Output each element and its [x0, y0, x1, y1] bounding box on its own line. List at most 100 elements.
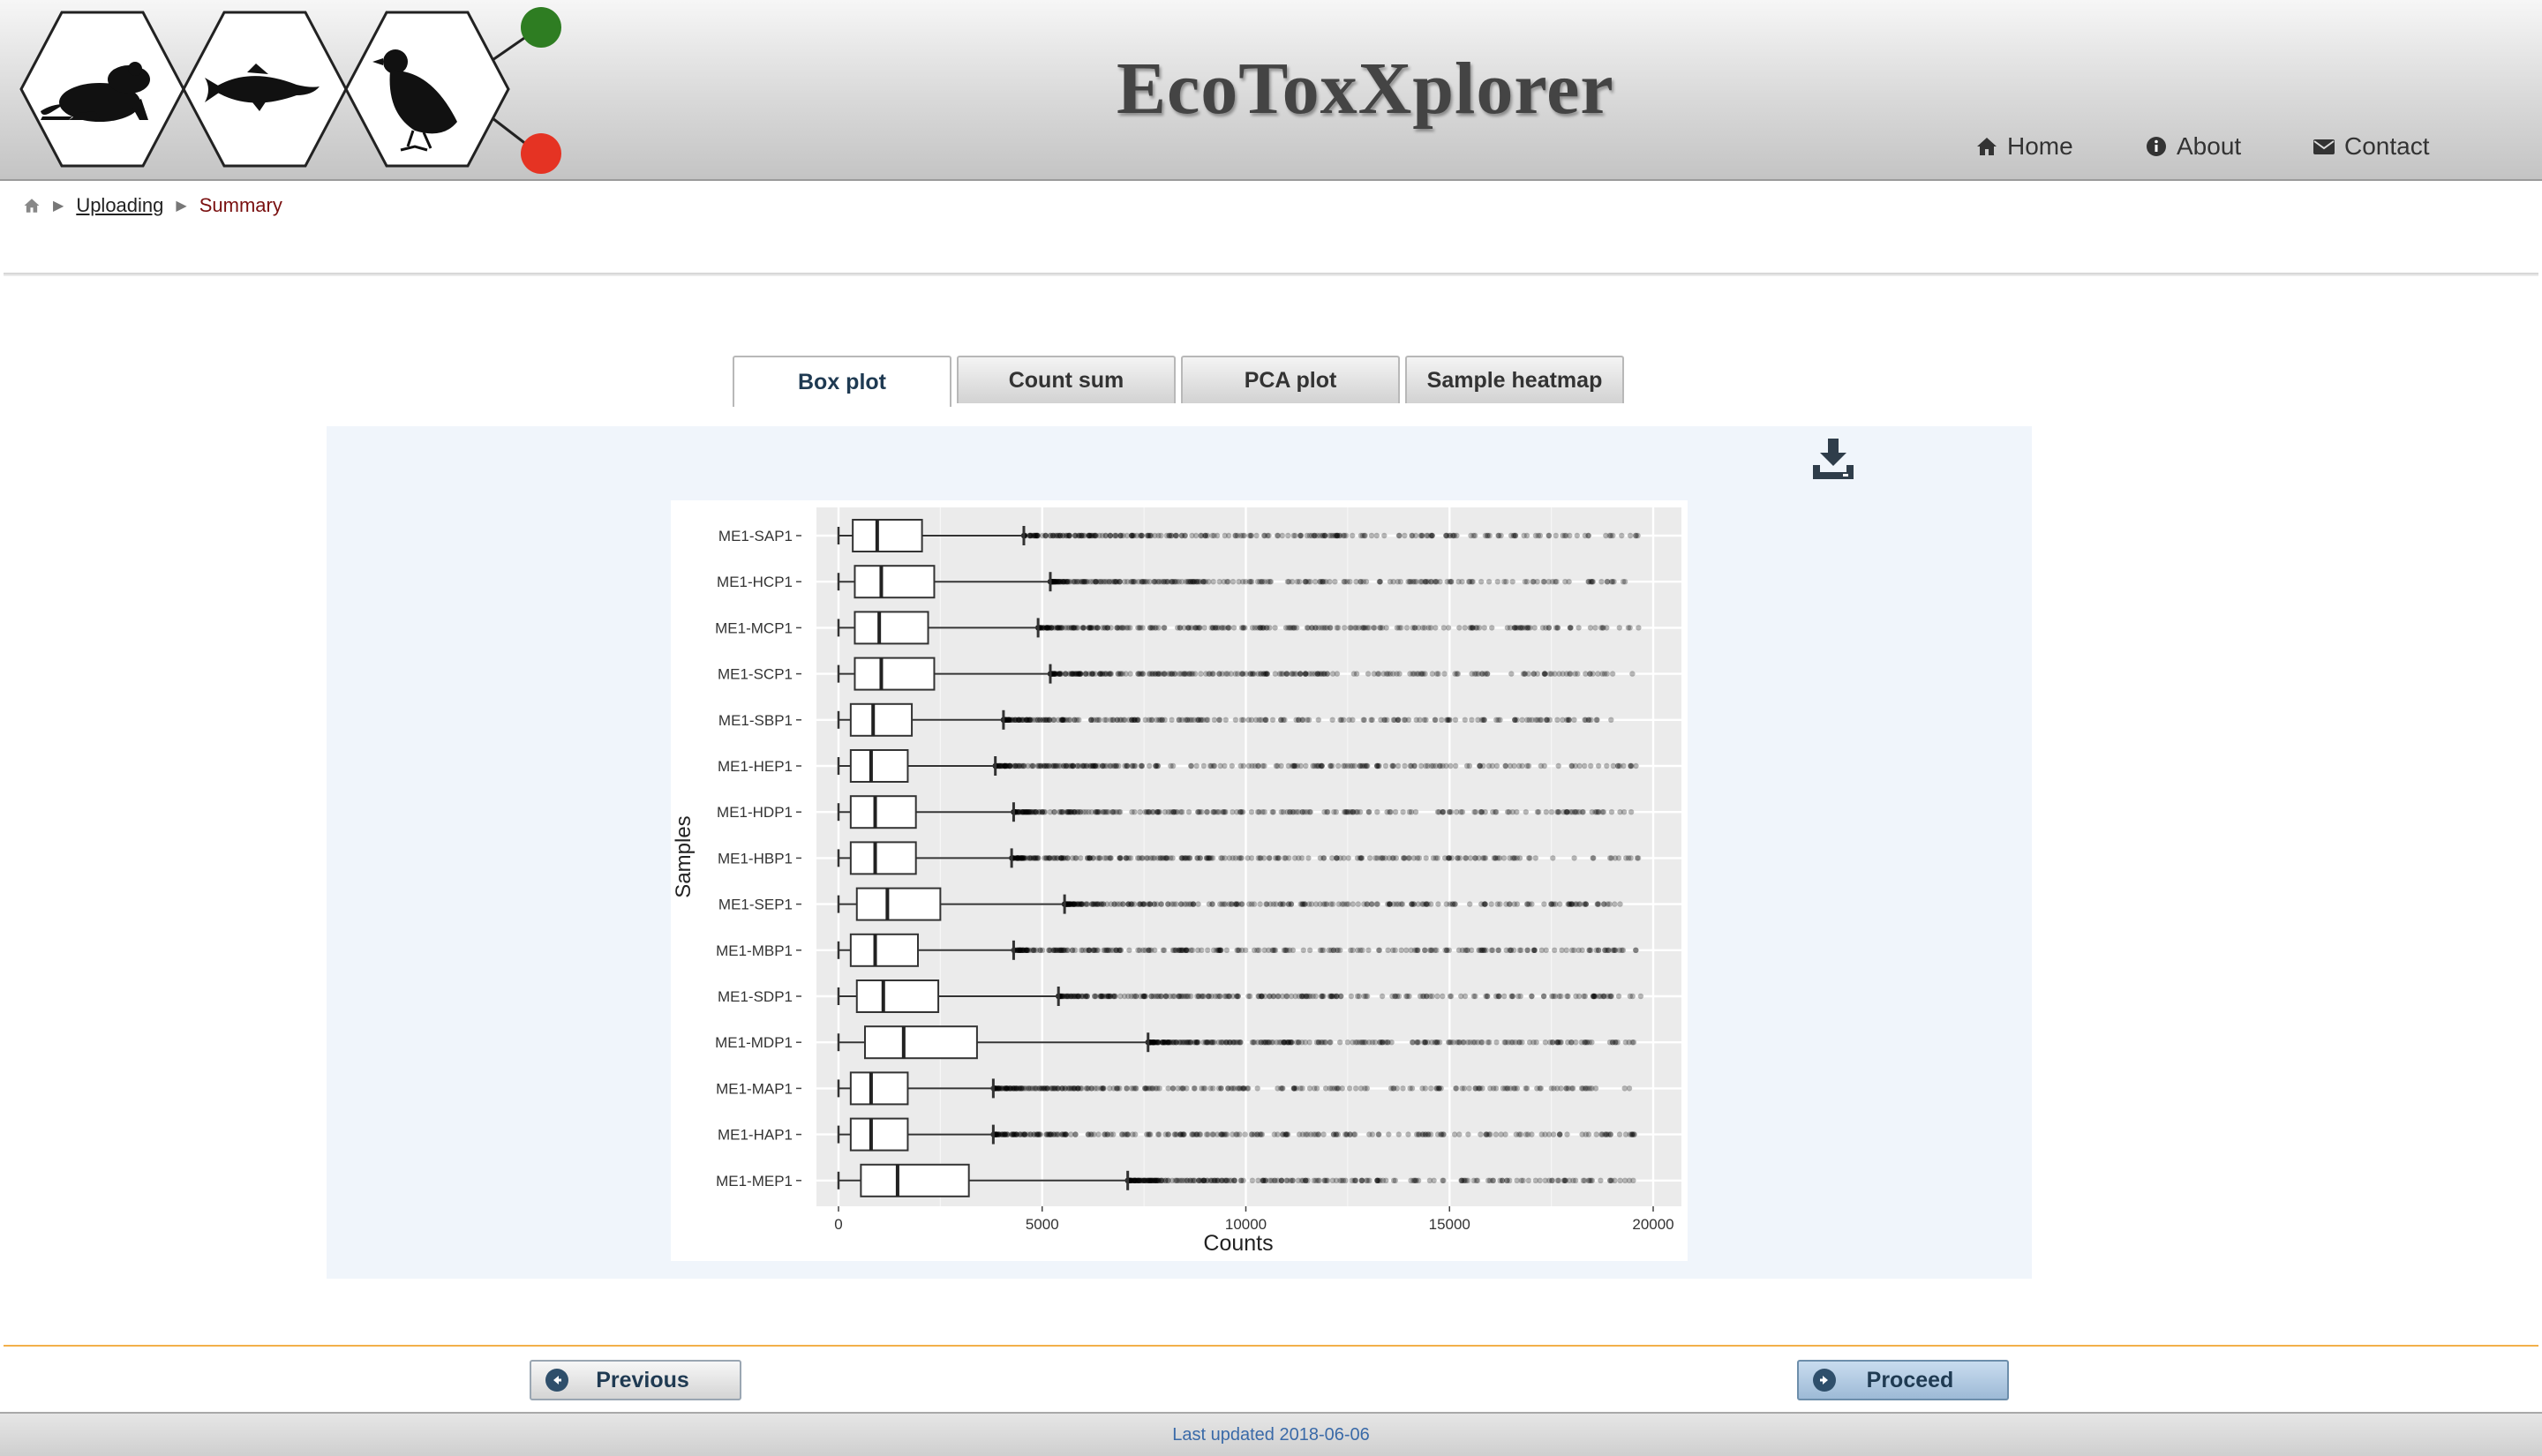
outlier-point: [1178, 671, 1185, 677]
outlier-point: [1509, 579, 1515, 585]
outlier-point: [1296, 1039, 1302, 1046]
outlier-point: [1094, 625, 1101, 631]
outlier-point: [1184, 671, 1190, 677]
outlier-point: [1571, 717, 1577, 723]
outlier-point: [1628, 762, 1634, 769]
outlier-point: [1227, 1039, 1233, 1046]
outlier-point: [1478, 579, 1485, 585]
outlier-point: [1278, 762, 1284, 769]
outlier-point: [1582, 762, 1588, 769]
outlier-point: [1459, 809, 1466, 815]
outlier-point: [1586, 1177, 1593, 1183]
outlier-point: [1410, 579, 1417, 585]
outlier-point: [1015, 947, 1021, 953]
outlier-point: [1318, 625, 1325, 631]
outlier-point: [1087, 855, 1093, 861]
outlier-point: [1165, 901, 1171, 907]
outlier-point: [1587, 625, 1594, 631]
outlier-point: [1225, 1085, 1231, 1092]
outlier-point: [1125, 625, 1132, 631]
outlier-point: [1454, 532, 1460, 539]
nav-contact[interactable]: Contact: [2313, 132, 2430, 161]
outlier-point: [1247, 671, 1254, 677]
proceed-button[interactable]: Proceed: [1797, 1360, 2009, 1400]
x-axis-label: Counts: [1203, 1231, 1273, 1256]
outlier-point: [1422, 1039, 1428, 1046]
outlier-point: [1329, 762, 1335, 769]
previous-button-label: Previous: [596, 1367, 689, 1392]
box: [849, 1117, 909, 1152]
outlier-point: [1057, 532, 1064, 539]
home-icon[interactable]: [23, 197, 41, 214]
outlier-point: [1128, 532, 1135, 539]
outlier-point: [1503, 901, 1509, 907]
previous-button[interactable]: Previous: [530, 1360, 741, 1400]
outlier-point: [1164, 579, 1170, 585]
outlier-point: [1205, 1131, 1211, 1137]
outlier-point: [1275, 1085, 1281, 1092]
outlier-point: [1192, 671, 1199, 677]
outlier-point: [1088, 671, 1094, 677]
outlier-point: [1440, 762, 1446, 769]
outlier-point: [1238, 1177, 1245, 1183]
outlier-point: [1142, 1085, 1148, 1092]
outlier-point: [1560, 532, 1566, 539]
outlier-point: [1266, 532, 1272, 539]
outlier-point: [1087, 947, 1093, 953]
outlier-point: [1482, 532, 1489, 539]
outlier-point: [1516, 947, 1523, 953]
outlier-point: [1575, 671, 1581, 677]
outlier-point: [1165, 1039, 1171, 1046]
outlier-point: [1455, 855, 1461, 861]
outlier-point: [1049, 762, 1056, 769]
outlier-point: [1542, 671, 1548, 677]
outlier-point: [1498, 532, 1504, 539]
outlier-point: [1616, 625, 1623, 631]
outlier-point: [1436, 809, 1442, 815]
outlier-point: [1498, 1131, 1504, 1137]
outlier-point: [1576, 762, 1583, 769]
outlier-point: [1210, 809, 1217, 815]
tab-box-plot[interactable]: Box plot: [733, 356, 951, 407]
site-logo[interactable]: [16, 7, 581, 179]
outlier-point: [1257, 579, 1263, 585]
outlier-point: [1280, 901, 1286, 907]
outlier-point: [1177, 717, 1183, 723]
outlier-point: [1258, 1039, 1264, 1046]
outlier-point: [1057, 671, 1064, 677]
outlier-point: [1094, 717, 1102, 723]
outlier-point: [1422, 1085, 1429, 1092]
outlier-point: [1555, 762, 1561, 769]
outlier-point: [1534, 579, 1540, 585]
outlier-point: [1200, 762, 1207, 769]
x-tick-label: 0: [834, 1216, 842, 1233]
outlier-point: [1452, 762, 1459, 769]
outlier-point: [1300, 717, 1306, 723]
outlier-point: [1083, 809, 1089, 815]
nav-home[interactable]: Home: [1975, 132, 2073, 161]
nav-about[interactable]: About: [2145, 132, 2241, 161]
outlier-point: [1553, 625, 1560, 631]
outlier-point: [1583, 901, 1589, 907]
outlier-point: [1311, 1177, 1317, 1183]
outlier-point: [1110, 1131, 1117, 1137]
outlier-point: [1169, 671, 1175, 677]
outlier-point: [1072, 1131, 1079, 1137]
outlier-point: [1286, 855, 1292, 861]
breadcrumb-uploading[interactable]: Uploading: [76, 194, 163, 217]
outlier-point: [1254, 1085, 1260, 1092]
outlier-point: [1420, 671, 1426, 677]
outlier-point: [1152, 671, 1159, 677]
tab-count-sum[interactable]: Count sum: [957, 356, 1176, 403]
outlier-point: [1478, 1131, 1484, 1137]
tab-pca-plot[interactable]: PCA plot: [1181, 356, 1400, 403]
tab-sample-heatmap[interactable]: Sample heatmap: [1405, 356, 1624, 403]
outlier-point: [1429, 947, 1435, 953]
outlier-point: [1365, 671, 1372, 677]
outlier-point: [1152, 947, 1158, 953]
outlier-point: [1423, 579, 1429, 585]
outlier-point: [1291, 625, 1297, 631]
outlier-point: [1112, 532, 1118, 539]
download-icon[interactable]: [1809, 435, 1857, 483]
outlier-point: [1529, 993, 1535, 1000]
